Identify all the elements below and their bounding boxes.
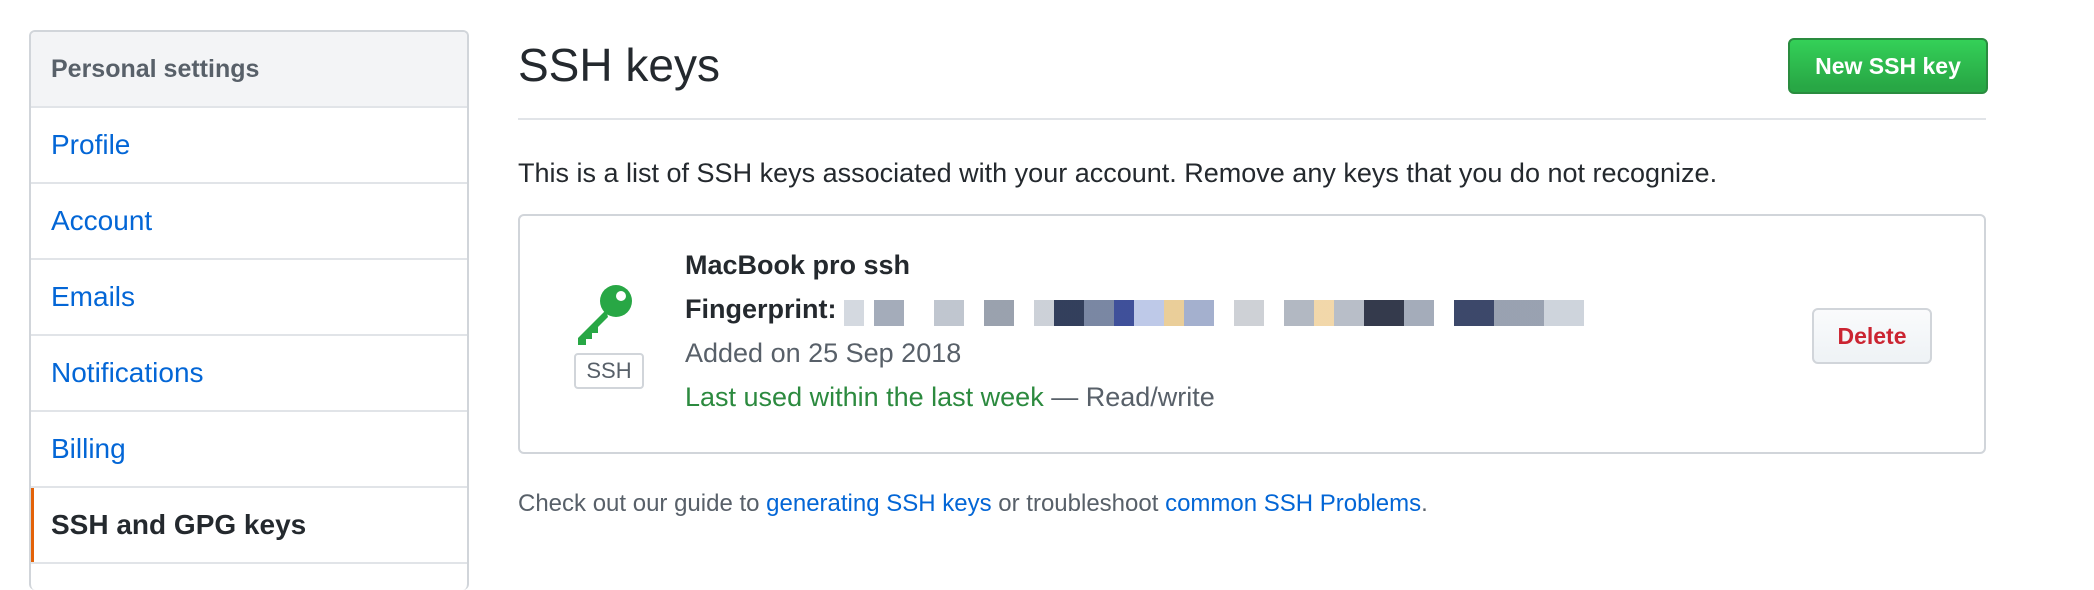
footer-suffix: . <box>1421 490 1428 517</box>
sidebar-header: Personal settings <box>31 32 467 108</box>
footer-middle: or troubleshoot <box>991 490 1166 517</box>
access-level: — Read/write <box>1043 382 1215 412</box>
last-used-row: Last used within the last week — Read/wr… <box>685 382 1584 413</box>
sidebar-item-notifications[interactable]: Notifications <box>31 336 467 412</box>
key-details: MacBook pro ssh Fingerprint: Added on 25… <box>685 250 1585 413</box>
ssh-key-item: SSH MacBook pro ssh Fingerprint: Added o… <box>518 214 1986 454</box>
fingerprint-value-redacted <box>844 300 1585 326</box>
added-date: Added on 25 Sep 2018 <box>685 338 962 368</box>
delete-key-button[interactable]: Delete <box>1812 308 1932 364</box>
sidebar-item-billing[interactable]: Billing <box>31 412 467 488</box>
sidebar-item-account[interactable]: Account <box>31 184 467 260</box>
help-footer: Check out our guide to generating SSH ke… <box>518 490 1428 518</box>
title-divider <box>518 118 1986 120</box>
last-used-text: Last used within the last week <box>685 382 1044 412</box>
new-ssh-key-button[interactable]: New SSH key <box>1788 38 1988 94</box>
key-title: MacBook pro ssh <box>685 250 911 280</box>
page-title: SSH keys <box>518 39 720 91</box>
key-icon <box>572 282 636 346</box>
footer-prefix: Check out our guide to <box>518 490 767 517</box>
intro-text: This is a list of SSH keys associated wi… <box>518 158 1718 188</box>
common-ssh-problems-link[interactable]: common SSH Problems <box>1165 490 1421 517</box>
sidebar-item-profile[interactable]: Profile <box>31 108 467 184</box>
fingerprint-label: Fingerprint: <box>685 294 837 324</box>
generating-ssh-keys-link[interactable]: generating SSH keys <box>766 490 991 517</box>
sidebar-item-ssh-gpg-keys[interactable]: SSH and GPG keys <box>31 488 467 564</box>
settings-sidebar: Personal settings Profile Account Emails… <box>29 30 469 590</box>
sidebar-item-emails[interactable]: Emails <box>31 260 467 336</box>
ssh-badge: SSH <box>574 353 644 389</box>
fingerprint-row: Fingerprint: <box>685 294 1585 338</box>
